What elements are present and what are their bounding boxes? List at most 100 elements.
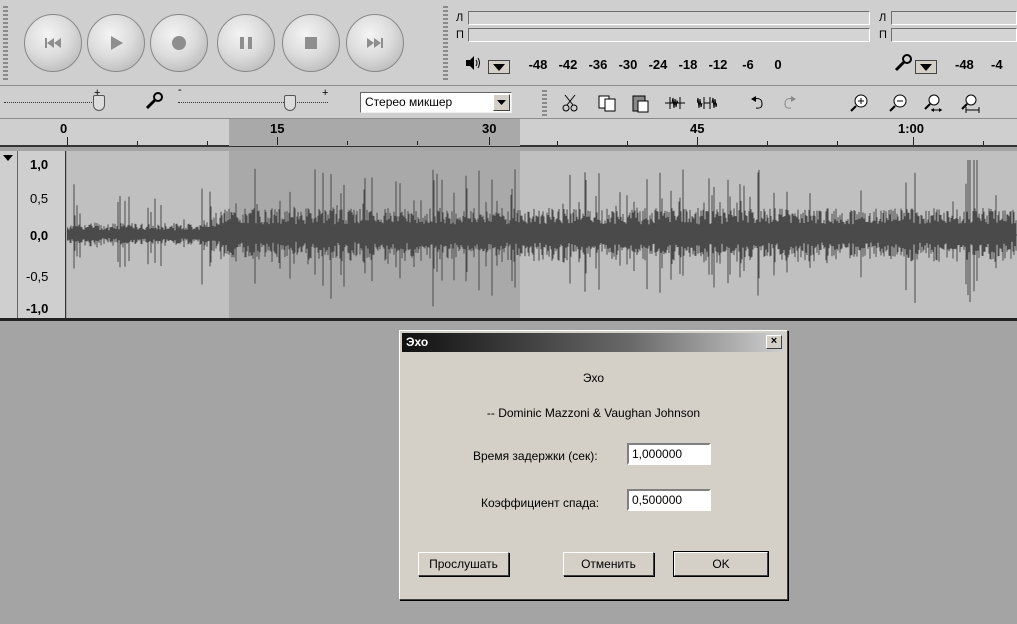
redo-button[interactable] — [776, 91, 802, 115]
redo-icon — [784, 96, 796, 109]
zoom-fit-selection-icon — [924, 94, 942, 112]
ruler-tick — [417, 141, 418, 145]
meter-scale-tick: -12 — [708, 57, 728, 72]
microphone-icon[interactable] — [893, 53, 913, 76]
input-source-select[interactable]: Стерео микшер — [360, 92, 512, 113]
ruler-label: 30 — [482, 121, 497, 136]
input-slider-minus: - — [178, 84, 182, 96]
meter-scale-tick: -30 — [618, 57, 638, 72]
ruler-tick — [277, 137, 278, 145]
decay-label: Коэффициент спада: — [481, 496, 600, 510]
ok-button-label: OK — [712, 557, 730, 571]
ruler-tick — [913, 137, 914, 145]
echo-dialog: Эхо × Эхо -- Dominic Mazzoni & Vaughan J… — [399, 330, 788, 600]
amplitude-label: 0,0 — [30, 228, 49, 243]
amplitude-label: 0,5 — [30, 191, 49, 206]
scissors-icon — [562, 94, 578, 112]
zoom-out-button[interactable] — [885, 91, 911, 115]
waveform — [67, 160, 1017, 307]
meter-scale-tick: -24 — [648, 57, 668, 72]
meter-scale-tick: -42 — [558, 57, 578, 72]
skip-to-start-button[interactable] — [24, 14, 82, 72]
ruler-label: 15 — [270, 121, 285, 136]
stop-button[interactable] — [282, 14, 340, 72]
skip-to-start-icon — [45, 38, 61, 48]
ruler-tick — [557, 141, 558, 145]
undo-button[interactable] — [745, 91, 771, 115]
output-meter-menu[interactable] — [488, 60, 510, 74]
transport-toolbar: Л П -48 -42 -36 -30 -24 -18 -12 -6 0 Л П… — [0, 0, 1017, 86]
play-button[interactable] — [87, 14, 145, 72]
decay-input[interactable] — [627, 489, 711, 511]
play-icon — [111, 36, 123, 50]
undo-icon — [751, 96, 763, 109]
speaker-icon[interactable] — [464, 55, 482, 74]
waveform-area[interactable] — [67, 151, 1017, 319]
input-meter-left — [891, 11, 1017, 25]
chevron-down-icon[interactable] — [493, 94, 510, 111]
ruler-tick — [207, 141, 208, 145]
zoom-in-button[interactable] — [846, 91, 872, 115]
output-volume-slider[interactable] — [4, 102, 96, 103]
zoom-out-icon — [889, 94, 907, 112]
fit-project-button[interactable] — [957, 91, 983, 115]
edit-toolbar-grip[interactable] — [542, 90, 547, 116]
output-meter-scale: -48 -42 -36 -30 -24 -18 -12 -6 0 — [523, 57, 793, 72]
paste-icon — [632, 95, 649, 113]
input-meter-left-label: Л — [879, 12, 887, 24]
ruler-tick — [983, 141, 984, 145]
timeline-ruler[interactable]: 0 15 30 45 1:00 — [0, 119, 1017, 147]
trim-button[interactable] — [662, 91, 688, 115]
close-button[interactable]: × — [766, 335, 782, 349]
meter-scale-tick: 0 — [774, 57, 782, 72]
ruler-label: 0 — [60, 121, 68, 136]
ruler-tick — [837, 141, 838, 145]
dialog-heading: Эхо — [582, 371, 605, 385]
dialog-titlebar[interactable]: Эхо × — [402, 333, 785, 352]
ruler-tick — [489, 137, 490, 145]
amplitude-ruler: 1,0 0,5 0,0 -0,5 -1,0 — [18, 151, 66, 319]
ruler-tick — [697, 137, 698, 145]
meter-toolbar-grip[interactable] — [443, 6, 448, 82]
meter-right-label: П — [456, 29, 464, 41]
chevron-down-icon — [493, 64, 505, 71]
pause-button[interactable] — [217, 14, 275, 72]
output-volume-thumb[interactable] — [93, 95, 105, 111]
input-volume-thumb[interactable] — [284, 95, 296, 111]
record-button[interactable] — [150, 14, 208, 72]
paste-button[interactable] — [627, 91, 653, 115]
track-control-panel[interactable] — [0, 151, 18, 319]
trim-icon — [665, 97, 685, 109]
amplitude-label: -1,0 — [26, 301, 49, 316]
delay-label: Время задержки (сек): — [473, 449, 598, 463]
waveform-path — [67, 160, 1017, 307]
meter-scale-tick: -48 — [528, 57, 548, 72]
amplitude-label: -0,5 — [26, 269, 49, 284]
zoom-fit-project-icon — [961, 94, 980, 113]
input-source-value: Стерео микшер — [365, 95, 453, 109]
copy-button[interactable] — [594, 91, 620, 115]
input-slider-plus: + — [322, 87, 329, 99]
preview-button[interactable]: Прослушать — [418, 552, 509, 576]
track-menu-arrow-icon[interactable] — [3, 155, 13, 163]
output-meter-left — [468, 11, 870, 25]
input-volume-slider[interactable] — [178, 102, 328, 103]
meter-left-label: Л — [456, 12, 464, 24]
delay-input[interactable] — [627, 443, 711, 465]
pause-icon — [240, 37, 252, 49]
microphone-icon — [144, 91, 164, 114]
input-meter-menu[interactable] — [915, 60, 937, 74]
input-meter-right — [891, 28, 1017, 42]
skip-to-end-button[interactable] — [346, 14, 404, 72]
dialog-authors: -- Dominic Mazzoni & Vaughan Johnson — [486, 406, 701, 420]
output-meter-right — [468, 28, 870, 42]
fit-selection-button[interactable] — [920, 91, 946, 115]
track-divider — [0, 318, 1017, 321]
amplitude-label: 1,0 — [30, 157, 49, 172]
toolbar-grip[interactable] — [3, 6, 8, 82]
silence-button[interactable] — [694, 91, 720, 115]
cut-button[interactable] — [558, 91, 584, 115]
silence-icon — [697, 97, 717, 109]
cancel-button[interactable]: Отменить — [563, 552, 654, 576]
ok-button[interactable]: OK — [673, 551, 769, 577]
